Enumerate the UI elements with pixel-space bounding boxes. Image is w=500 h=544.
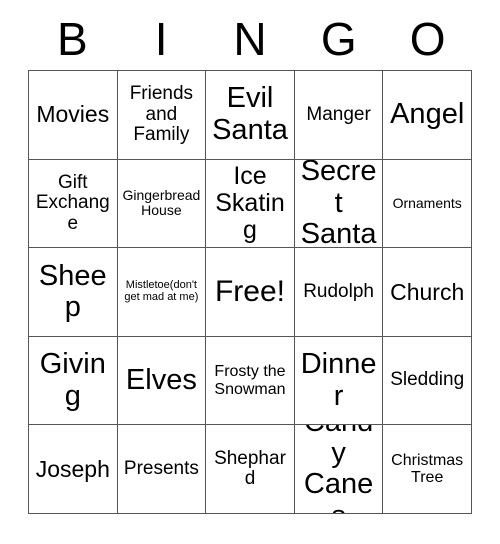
bingo-cell-label: Giving (39, 348, 106, 412)
bingo-cell-label: Evil Santa (212, 82, 288, 146)
bingo-cell[interactable]: Shephard (206, 425, 295, 514)
bingo-cell[interactable]: Giving (29, 336, 118, 426)
bingo-header-letter-o: O (409, 13, 446, 65)
bingo-free-space[interactable]: Free! (206, 248, 295, 337)
bingo-cell[interactable]: Rudolph (294, 248, 384, 337)
bingo-cell[interactable]: Mistletoe(don't get mad at me) (117, 248, 207, 337)
bingo-header-row: B I N G O (28, 8, 472, 70)
bingo-cell-label: Elves (125, 363, 197, 396)
bingo-cell[interactable]: Joseph (29, 425, 118, 514)
bingo-cell[interactable]: Sheep (29, 248, 118, 337)
bingo-cell[interactable]: Friends and Family (117, 71, 207, 160)
bingo-header-letter-i: I (154, 13, 168, 65)
bingo-header-letter-n: N (233, 13, 267, 65)
bingo-cell[interactable]: Angel (383, 71, 472, 160)
bingo-cell[interactable]: Secret Santa (294, 159, 384, 249)
bingo-cell-label: Sledding (390, 369, 465, 391)
bingo-cell-label: Movies (36, 101, 110, 128)
bingo-cell-label: Shephard (214, 447, 286, 490)
bingo-cell-label: Joseph (35, 455, 110, 482)
bingo-card: B I N G O Movies Friends and Family Evil S… (0, 0, 500, 544)
bingo-cell-label: Secret Santa (300, 159, 377, 249)
bingo-cell-label: Rudolph (303, 280, 374, 302)
bingo-cell[interactable]: Ice Skating (206, 159, 295, 249)
bingo-grid: Movies Friends and Family Evil Santa Manger… (28, 70, 472, 514)
bingo-cell[interactable]: Gift Exchange (29, 159, 118, 249)
bingo-cell-label: Ornaments (392, 194, 462, 211)
bingo-cell[interactable]: Ornaments (383, 159, 472, 249)
bingo-cell[interactable]: Christmas Tree (383, 425, 472, 514)
bingo-cell-label: Presents (123, 457, 199, 479)
bingo-cell-label: Frosty the Snowman (214, 363, 286, 398)
bingo-header-letter-g: G (320, 13, 357, 65)
bingo-cell[interactable]: Evil Santa (206, 71, 295, 160)
bingo-cell[interactable]: Sledding (383, 336, 472, 426)
bingo-cell[interactable]: Presents (117, 425, 207, 514)
bingo-cell-label: Angel (390, 98, 465, 131)
bingo-cell-label: Friends and Family (129, 83, 194, 146)
bingo-cell-label: Ice Skating (215, 161, 285, 244)
bingo-cell[interactable]: Elves (117, 336, 207, 426)
bingo-cell-label: Gingerbread House (122, 187, 201, 219)
bingo-cell-label: Sheep (38, 259, 107, 323)
bingo-cell[interactable]: Gingerbread House (117, 159, 207, 249)
bingo-cell-label: Church (390, 278, 465, 305)
bingo-cell[interactable]: Dinner (294, 336, 384, 426)
bingo-cell-label: Dinner (300, 348, 377, 412)
bingo-cell-label: Free! (214, 274, 285, 308)
bingo-cell-label: Manger (306, 103, 371, 125)
bingo-cell-label: Gift Exchange (35, 171, 110, 234)
bingo-cell[interactable]: Church (383, 248, 472, 337)
bingo-cell-label: Candy Canes (303, 425, 374, 513)
bingo-cell[interactable]: Movies (29, 71, 118, 160)
bingo-cell[interactable]: Frosty the Snowman (206, 336, 295, 426)
bingo-cell[interactable]: Manger (294, 71, 384, 160)
bingo-cell[interactable]: Candy Canes (294, 425, 384, 514)
bingo-cell-label: Christmas Tree (391, 451, 464, 487)
bingo-cell-label: Mistletoe(don't get mad at me) (124, 279, 199, 303)
bingo-header-letter-b: B (57, 13, 88, 65)
